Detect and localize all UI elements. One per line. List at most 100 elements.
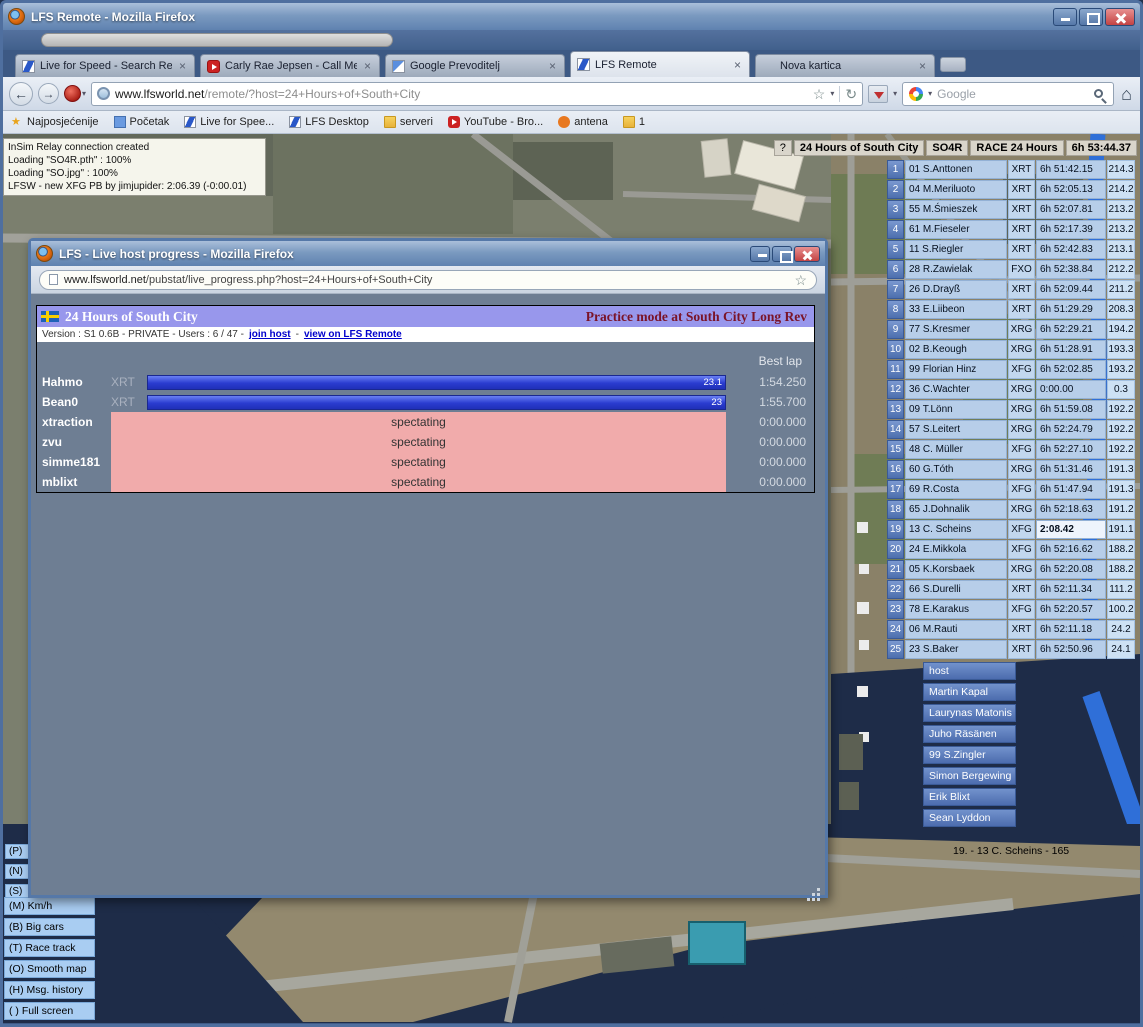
leaderboard-row[interactable]: 9 77 S.Kresmer XRG 6h 52:29.21 194.2 [887, 320, 1135, 339]
leaderboard-row[interactable]: 23 78 E.Karakus XFG 6h 52:20.57 100.2 [887, 600, 1135, 619]
leaderboard-row[interactable]: 14 57 S.Leitert XRG 6h 52:24.79 192.2 [887, 420, 1135, 439]
adblock-button[interactable]: ▾ [64, 85, 86, 102]
new-tab-button[interactable] [940, 57, 966, 72]
driver-cell[interactable]: 65 J.Dohnalik [905, 500, 1007, 519]
leaderboard-row[interactable]: 13 09 T.Lönn XRG 6h 51:59.08 192.2 [887, 400, 1135, 419]
chevron-down-icon[interactable]: ▾ [928, 89, 932, 98]
driver-cell[interactable]: 48 C. Müller [905, 440, 1007, 459]
driver-cell[interactable]: 99 Florian Hinz [905, 360, 1007, 379]
close-button[interactable] [794, 245, 820, 262]
view-option-button[interactable]: (T) Race track [4, 939, 95, 957]
driver-cell[interactable]: 69 R.Costa [905, 480, 1007, 499]
bookmark-star-icon[interactable]: ☆ [813, 87, 826, 101]
side-button[interactable]: (N) [5, 864, 29, 879]
leaderboard-row[interactable]: 6 28 R.Zawielak FXO 6h 52:38.84 212.2 [887, 260, 1135, 279]
driver-cell[interactable]: 28 R.Zawielak [905, 260, 1007, 279]
driver-cell[interactable]: 26 D.Drayß [905, 280, 1007, 299]
bookmark-item[interactable]: 1 [622, 116, 645, 128]
minimize-button[interactable] [1053, 7, 1077, 26]
leaderboard-row[interactable]: 17 69 R.Costa XFG 6h 51:47.94 191.3 [887, 480, 1135, 499]
help-button[interactable]: ? [773, 140, 792, 156]
leaderboard-row[interactable]: 19 13 C. Scheins XFG 2:08.42 191.1 [887, 520, 1135, 539]
host-person-chip[interactable]: Erik Blixt [923, 788, 1016, 806]
tab-close-icon[interactable]: × [732, 59, 743, 71]
driver-cell[interactable]: 57 S.Leitert [905, 420, 1007, 439]
download-helper-icon[interactable] [868, 84, 889, 103]
maximize-button[interactable] [772, 245, 793, 263]
host-person-chip[interactable]: 99 S.Zingler [923, 746, 1016, 764]
search-input[interactable]: Google [937, 87, 1089, 101]
leaderboard-row[interactable]: 20 24 E.Mikkola XFG 6h 52:16.62 188.2 [887, 540, 1135, 559]
driver-cell[interactable]: 05 K.Korsbaek [905, 560, 1007, 579]
driver-cell[interactable]: 09 T.Lönn [905, 400, 1007, 419]
search-icon[interactable] [1094, 89, 1104, 98]
leaderboard-row[interactable]: 7 26 D.Drayß XRT 6h 52:09.44 211.2 [887, 280, 1135, 299]
side-button[interactable]: (P) [5, 844, 29, 859]
tab-lfs-remote[interactable]: LFS Remote × [570, 51, 750, 77]
tab-youtube[interactable]: Carly Rae Jepsen - Call Me ... × [200, 54, 380, 77]
bookmark-item[interactable]: LFS Desktop [289, 116, 369, 128]
tab-close-icon[interactable]: × [917, 60, 928, 72]
driver-cell[interactable]: 61 M.Fieseler [905, 220, 1007, 239]
track-chip[interactable]: SO4R [926, 140, 969, 156]
bookmark-item[interactable]: Najposjećenije [11, 116, 99, 128]
popup-address-bar[interactable]: www.lfsworld.net/pubstat/live_progress.p… [39, 269, 817, 290]
view-option-button[interactable]: (M) Km/h [4, 897, 95, 915]
leaderboard-row[interactable]: 25 23 S.Baker XRT 6h 52:50.96 24.1 [887, 640, 1135, 659]
main-titlebar[interactable]: LFS Remote - Mozilla Firefox [3, 3, 1140, 30]
host-person-chip[interactable]: Laurynas Matonis [923, 704, 1016, 722]
popup-titlebar[interactable]: LFS - Live host progress - Mozilla Firef… [31, 241, 825, 266]
close-button[interactable] [1105, 7, 1135, 26]
bookmark-item[interactable]: antena [558, 116, 608, 128]
host-name-chip[interactable]: 24 Hours of South City [793, 140, 925, 156]
host-person-chip[interactable]: Martin Kapal [923, 683, 1016, 701]
leaderboard-row[interactable]: 18 65 J.Dohnalik XRG 6h 52:18.63 191.2 [887, 500, 1135, 519]
leaderboard-row[interactable]: 8 33 E.Liibeon XRT 6h 51:29.29 208.3 [887, 300, 1135, 319]
session-chip[interactable]: RACE 24 Hours [970, 140, 1064, 156]
driver-cell[interactable]: 33 E.Liibeon [905, 300, 1007, 319]
search-bar[interactable]: ▾ Google [902, 81, 1115, 106]
host-person-chip[interactable]: Sean Lyddon [923, 809, 1016, 827]
leaderboard-row[interactable]: 3 55 M.Śmieszek XRT 6h 52:07.81 213.2 [887, 200, 1135, 219]
leaderboard-row[interactable]: 10 02 B.Keough XRG 6h 51:28.91 193.3 [887, 340, 1135, 359]
minimize-button[interactable] [750, 245, 770, 262]
chevron-down-icon[interactable]: ▾ [830, 89, 834, 98]
tab-close-icon[interactable]: × [547, 60, 558, 72]
leaderboard-row[interactable]: 4 61 M.Fieseler XRT 6h 52:17.39 213.2 [887, 220, 1135, 239]
forward-button[interactable]: → [38, 83, 59, 104]
driver-cell[interactable]: 55 M.Śmieszek [905, 200, 1007, 219]
driver-cell[interactable]: 24 E.Mikkola [905, 540, 1007, 559]
driver-cell[interactable]: 60 G.Tóth [905, 460, 1007, 479]
tab-new[interactable]: Nova kartica × [755, 54, 935, 77]
home-button[interactable]: ⌂ [1119, 85, 1134, 103]
bookmark-item[interactable]: YouTube - Bro... [447, 116, 543, 128]
view-option-button[interactable]: ( ) Full screen [4, 1002, 95, 1020]
leaderboard-row[interactable]: 15 48 C. Müller XFG 6h 52:27.10 192.2 [887, 440, 1135, 459]
driver-cell[interactable]: 66 S.Durelli [905, 580, 1007, 599]
leaderboard-row[interactable]: 21 05 K.Korsbaek XRG 6h 52:20.08 188.2 [887, 560, 1135, 579]
maximize-button[interactable] [1079, 7, 1103, 26]
tab-close-icon[interactable]: × [362, 60, 373, 72]
host-person-chip[interactable]: Simon Bergewing [923, 767, 1016, 785]
bookmark-item[interactable]: serveri [383, 116, 433, 128]
view-on-lfs-remote-link[interactable]: view on LFS Remote [304, 329, 402, 340]
tab-translate[interactable]: Google Prevoditelj × [385, 54, 565, 77]
driver-cell[interactable]: 02 B.Keough [905, 340, 1007, 359]
leaderboard-row[interactable]: 5 11 S.Riegler XRT 6h 52:42.83 213.1 [887, 240, 1135, 259]
leaderboard-row[interactable]: 2 04 M.Meriluoto XRT 6h 52:05.13 214.2 [887, 180, 1135, 199]
leaderboard-row[interactable]: 12 36 C.Wachter XRG 0:00.00 0.3 [887, 380, 1135, 399]
driver-cell[interactable]: 01 S.Anttonen [905, 160, 1007, 179]
driver-cell[interactable]: 04 M.Meriluoto [905, 180, 1007, 199]
chevron-down-icon[interactable]: ▾ [893, 89, 897, 98]
bookmark-item[interactable]: Početak [113, 116, 169, 128]
view-option-button[interactable]: (O) Smooth map [4, 960, 95, 978]
leaderboard-row[interactable]: 11 99 Florian Hinz XFG 6h 52:02.85 193.2 [887, 360, 1135, 379]
driver-cell[interactable]: 06 M.Rauti [905, 620, 1007, 639]
join-host-link[interactable]: join host [249, 329, 291, 340]
tab-close-icon[interactable]: × [177, 60, 188, 72]
driver-cell[interactable]: 77 S.Kresmer [905, 320, 1007, 339]
driver-cell[interactable]: 13 C. Scheins [905, 520, 1007, 539]
bookmark-star-icon[interactable]: ☆ [794, 273, 807, 287]
tab-lfs-search[interactable]: Live for Speed - Search Re... × [15, 54, 195, 77]
driver-cell[interactable]: 78 E.Karakus [905, 600, 1007, 619]
